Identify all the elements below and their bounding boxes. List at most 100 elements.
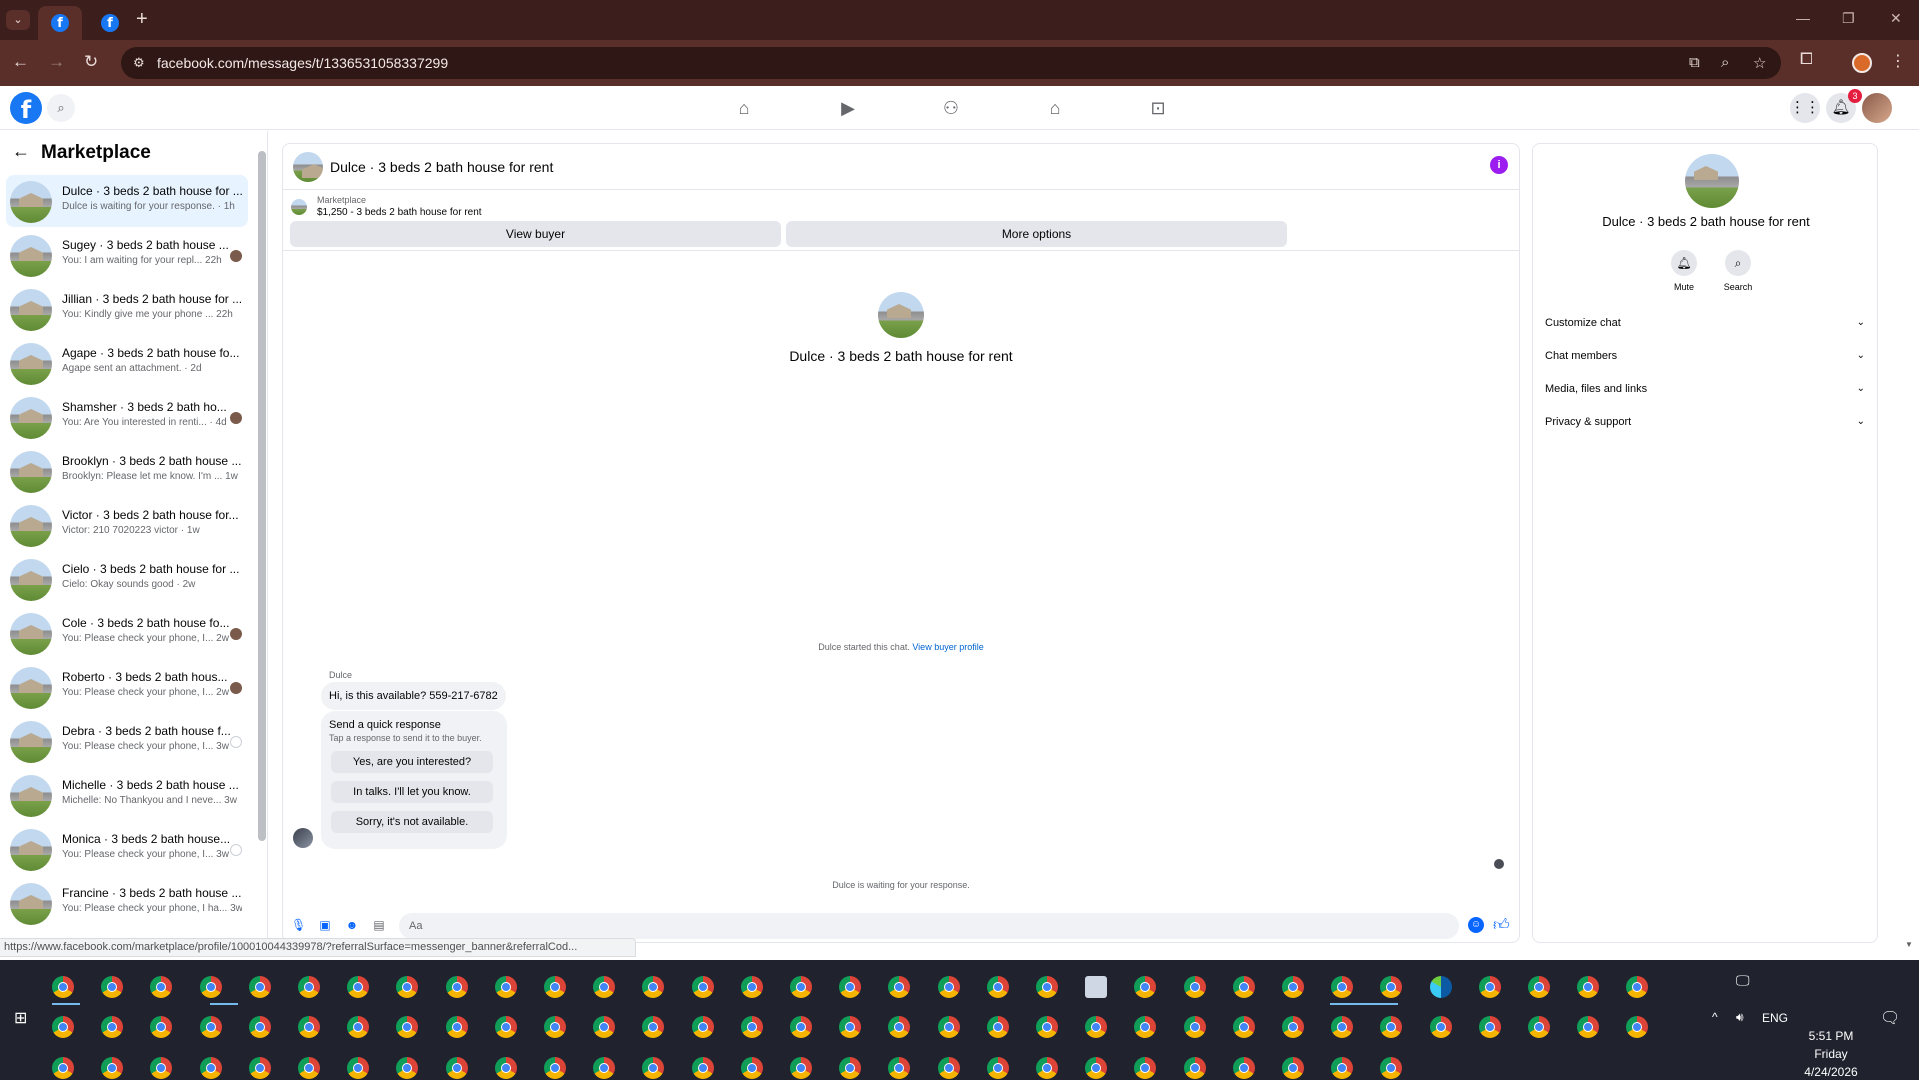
back-arrow-icon[interactable]: ← bbox=[12, 141, 30, 162]
chrome-window-icon[interactable] bbox=[937, 976, 960, 998]
chrome-window-icon[interactable] bbox=[1528, 1016, 1550, 1038]
chrome-window-icon[interactable] bbox=[101, 1057, 124, 1079]
chrome-window-icon[interactable] bbox=[1478, 976, 1501, 998]
chrome-window-icon[interactable] bbox=[888, 1016, 911, 1038]
chrome-window-icon[interactable] bbox=[199, 976, 222, 998]
chrome-window-icon[interactable] bbox=[642, 976, 665, 998]
facebook-logo[interactable]: f bbox=[10, 92, 42, 124]
chrome-window-icon[interactable] bbox=[396, 1016, 419, 1038]
chrome-window-icon[interactable] bbox=[937, 1057, 960, 1079]
tab-search-dropdown[interactable]: ⌄ bbox=[6, 10, 30, 30]
chrome-window-icon[interactable] bbox=[445, 1016, 468, 1038]
chrome-window-icon[interactable] bbox=[691, 1016, 714, 1038]
notification-center-icon[interactable]: 🗨︎ bbox=[1880, 1008, 1900, 1028]
chrome-window-icon[interactable] bbox=[740, 1016, 763, 1038]
view-buyer-profile-link[interactable]: View buyer profile bbox=[912, 642, 983, 652]
chrome-window-icon[interactable] bbox=[1380, 976, 1403, 998]
conversation-item[interactable]: Debra · 3 beds 2 bath house f... You: Ple… bbox=[6, 715, 248, 767]
chrome-window-icon[interactable] bbox=[199, 1016, 222, 1038]
scroll-down-arrow-icon[interactable]: ▼ bbox=[1905, 940, 1913, 949]
chat-avatar[interactable] bbox=[293, 152, 323, 182]
chrome-window-icon[interactable] bbox=[1331, 1016, 1354, 1038]
chrome-window-icon[interactable] bbox=[1626, 976, 1649, 998]
bell-icon[interactable]: 🔔︎ bbox=[1671, 250, 1697, 276]
browser-profile-avatar[interactable] bbox=[1852, 53, 1872, 73]
chrome-window-icon[interactable] bbox=[1036, 976, 1058, 998]
chrome-window-icon[interactable] bbox=[1183, 1016, 1206, 1038]
minimize-icon[interactable]: — bbox=[1796, 10, 1810, 26]
chrome-window-icon[interactable] bbox=[52, 1016, 74, 1038]
tray-expand-icon[interactable]: ^ bbox=[1712, 1010, 1718, 1024]
chrome-window-icon[interactable] bbox=[839, 1016, 862, 1038]
chrome-window-icon[interactable] bbox=[150, 1057, 173, 1079]
conversation-item[interactable]: Victor · 3 beds 2 bath house for... Victo… bbox=[6, 499, 248, 551]
chrome-window-icon[interactable] bbox=[1478, 1016, 1501, 1038]
mute-action[interactable]: 🔔︎ Mute bbox=[1659, 250, 1709, 292]
close-window-icon[interactable]: ✕ bbox=[1890, 10, 1902, 27]
chrome-window-icon[interactable] bbox=[298, 976, 320, 998]
chrome-window-icon[interactable] bbox=[494, 1016, 517, 1038]
conversation-item[interactable]: Shamsher · 3 beds 2 bath ho... You: Are Y… bbox=[6, 391, 248, 443]
chrome-window-icon[interactable] bbox=[790, 1016, 812, 1038]
chrome-window-icon[interactable] bbox=[888, 1057, 911, 1079]
sidebar-scrollbar[interactable] bbox=[258, 139, 266, 841]
chrome-window-icon[interactable] bbox=[1577, 976, 1600, 998]
chrome-window-icon[interactable] bbox=[1528, 976, 1550, 998]
microphone-icon[interactable]: 🎙︎ bbox=[291, 918, 306, 932]
chrome-window-icon[interactable] bbox=[790, 976, 812, 998]
photo-icon[interactable]: ▣ bbox=[318, 918, 332, 932]
chrome-window-icon[interactable] bbox=[986, 1057, 1009, 1079]
gif-icon[interactable]: ▤ bbox=[372, 918, 386, 932]
zoom-icon[interactable]: ⌕ bbox=[1721, 54, 1729, 71]
browser-tab-active[interactable]: f bbox=[38, 6, 82, 40]
search-icon[interactable]: ⌕ bbox=[1725, 250, 1751, 276]
home-icon[interactable]: ⌂ bbox=[731, 96, 757, 120]
language-indicator[interactable]: ENG bbox=[1762, 1011, 1788, 1025]
listing-price-title[interactable]: $1,250 - 3 beds 2 bath house for rent bbox=[317, 207, 482, 218]
chrome-window-icon[interactable] bbox=[298, 1057, 320, 1079]
restore-icon[interactable]: ❐ bbox=[1842, 10, 1855, 27]
view-buyer-button[interactable]: View buyer bbox=[290, 221, 781, 247]
gaming-icon[interactable]: ⊡ bbox=[1145, 96, 1171, 120]
chrome-window-icon[interactable] bbox=[347, 976, 370, 998]
chrome-window-icon[interactable] bbox=[740, 1057, 763, 1079]
marketplace-icon[interactable]: ⌂ bbox=[1042, 96, 1068, 120]
chrome-window-icon[interactable] bbox=[544, 1016, 566, 1038]
chrome-window-icon[interactable] bbox=[986, 976, 1009, 998]
chrome-window-icon[interactable] bbox=[396, 976, 419, 998]
thumbs-up-icon[interactable]: 👍︎ bbox=[1493, 916, 1510, 935]
chrome-window-icon[interactable] bbox=[248, 1016, 271, 1038]
chat-title[interactable]: Dulce · 3 beds 2 bath house for rent bbox=[330, 159, 553, 175]
friends-icon[interactable]: ⚇ bbox=[938, 96, 964, 120]
chrome-window-icon[interactable] bbox=[347, 1016, 370, 1038]
conversation-item[interactable]: Jillian · 3 beds 2 bath house for ... You… bbox=[6, 283, 248, 335]
chrome-window-icon[interactable] bbox=[691, 1057, 714, 1079]
search-icon[interactable]: ⌕ bbox=[47, 94, 75, 122]
chrome-window-icon[interactable] bbox=[1232, 1016, 1255, 1038]
conversation-item[interactable]: Agape · 3 beds 2 bath house fo... Agape s… bbox=[6, 337, 248, 389]
chrome-window-icon[interactable] bbox=[150, 976, 173, 998]
chrome-window-icon[interactable] bbox=[544, 976, 566, 998]
chrome-window-icon[interactable] bbox=[1429, 1016, 1452, 1038]
chrome-window-icon[interactable] bbox=[1183, 976, 1206, 998]
chrome-window-icon[interactable] bbox=[986, 1016, 1009, 1038]
chrome-window-icon[interactable] bbox=[1331, 1057, 1354, 1079]
chrome-window-icon[interactable] bbox=[396, 1057, 419, 1079]
privacy-support-section[interactable]: Privacy & support ⌄ bbox=[1545, 416, 1867, 436]
address-url[interactable]: facebook.com/messages/t/1336531058337299 bbox=[157, 55, 448, 71]
chrome-window-icon[interactable] bbox=[150, 1016, 173, 1038]
chrome-window-icon[interactable] bbox=[494, 1057, 517, 1079]
video-icon[interactable]: ▶ bbox=[835, 96, 861, 120]
chrome-window-icon[interactable] bbox=[642, 1016, 665, 1038]
chrome-window-icon[interactable] bbox=[1232, 1057, 1255, 1079]
details-avatar[interactable] bbox=[1685, 154, 1739, 208]
chrome-window-icon[interactable] bbox=[544, 1057, 566, 1079]
chrome-window-icon[interactable] bbox=[1232, 976, 1255, 998]
more-options-button[interactable]: More options bbox=[786, 221, 1287, 247]
chrome-window-icon[interactable] bbox=[790, 1057, 812, 1079]
chrome-window-icon[interactable] bbox=[839, 1057, 862, 1079]
chrome-window-icon[interactable] bbox=[593, 1057, 616, 1079]
chrome-window-icon[interactable] bbox=[298, 1016, 320, 1038]
chrome-window-icon[interactable] bbox=[248, 1057, 271, 1079]
customize-chat-section[interactable]: Customize chat ⌄ bbox=[1545, 317, 1867, 337]
